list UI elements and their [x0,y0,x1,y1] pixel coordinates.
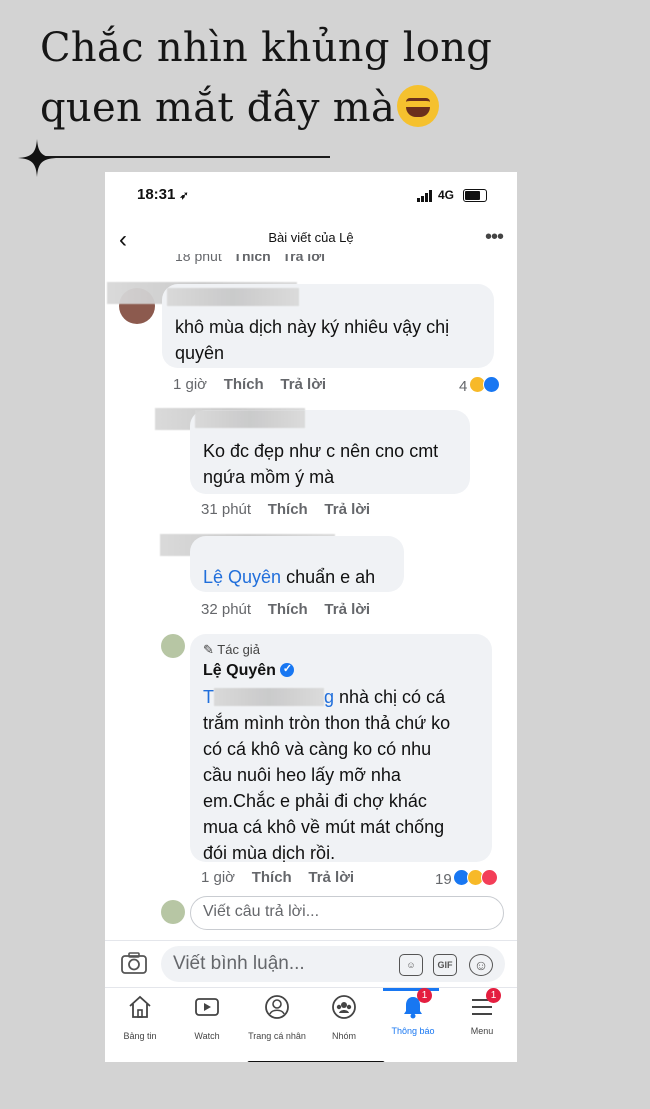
reply-input[interactable]: Viết câu trả lời... [190,896,504,930]
home-indicator [247,1061,385,1062]
signal-icon [417,190,433,202]
like-button[interactable]: Thích [224,376,264,393]
comment-text: Lệ Quyên chuẩn e ah [203,567,376,587]
comment-time: 32 phút [201,601,252,618]
sparkle-icon [18,139,56,177]
watch-icon [195,998,219,1016]
author-comment-text: Tg nhà chị có cá trắm mình tròn thon thả… [203,687,451,863]
rofl-emoji-icon [397,85,440,127]
tab-home[interactable]: Bảng tin [105,994,175,1041]
divider [105,940,517,941]
caption-line-1: Chắc nhìn khủng long [40,25,493,71]
reaction-summary[interactable]: 4 [459,376,500,395]
menu-badge: 1 [486,988,501,1003]
redacted-name [167,288,299,306]
more-options-icon[interactable]: ••• [485,226,504,249]
decorative-line [30,156,330,158]
camera-icon[interactable] [121,952,147,974]
mention-link[interactable]: Tg [203,687,334,707]
status-bar: 18:31 ➶ 4G [105,172,517,218]
my-avatar [161,900,185,924]
like-button[interactable]: Thích [268,601,308,618]
post-title: Bài viết của Lệ [268,230,354,245]
like-button[interactable]: Thích [252,869,292,886]
tab-profile[interactable]: Trang cá nhân [242,994,312,1041]
comment-text: khô mùa dịch này ký nhiêu vậy chị quyên [175,317,450,363]
groups-icon [332,995,356,1019]
post-header: ‹ Bài viết của Lệ ••• [105,218,517,258]
home-icon [129,995,151,1018]
love-reaction-icon [480,869,498,886]
emoji-icon[interactable]: ☺ [469,954,493,976]
comment-time: 1 giờ [173,376,208,393]
like-reaction-icon [482,376,500,393]
bottom-tab-bar: Bảng tin Watch Trang cá nhân Nhóm 1 Thôn… [105,987,517,1062]
comment-actions: 1 giờ Thích Trả lời [173,376,326,393]
redacted-mention [214,688,324,706]
phone-screenshot: 18:31 ➶ 4G ‹ Bài viết của Lệ ••• 18 phút… [105,172,517,1062]
comment-time: 31 phút [201,501,252,518]
author-name[interactable]: Lệ Quyên [203,662,294,680]
pencil-icon: ✎ [203,642,214,657]
reply-button[interactable]: Trả lời [324,601,370,618]
comment-actions: 1 giờ Thích Trả lời [201,869,354,886]
author-badge: ✎ Tác giả [203,642,260,657]
status-time: 18:31 ➶ [137,186,189,203]
comment-text: Ko đc đẹp như c nên cno cmt ngứa mồm ý m… [203,441,439,487]
tab-notifications[interactable]: 1 Thông báo [378,988,448,1036]
tab-watch[interactable]: Watch [172,994,242,1041]
mention-link[interactable]: Lệ Quyên [203,567,281,587]
comment-actions: 32 phút Thích Trả lời [201,601,370,618]
caption: Chắc nhìn khủng long quen mắt đây mà [40,18,492,138]
caption-line-2: quen mắt đây mà [40,85,396,131]
partial-comment-meta: 18 phút Thích Trả lời [175,254,326,264]
profile-icon [265,995,289,1019]
tab-groups[interactable]: Nhóm [309,994,379,1041]
comment-time: 1 giờ [201,869,236,886]
redacted-name [195,410,305,428]
reaction-summary[interactable]: 19 [435,869,498,888]
verified-badge-icon [279,662,294,677]
reply-button[interactable]: Trả lời [324,501,370,518]
gif-button[interactable]: GIF [433,954,457,976]
network-type: 4G [438,188,455,202]
author-avatar[interactable] [161,634,185,658]
sticker-icon[interactable]: ☺ [399,954,423,976]
reply-button[interactable]: Trả lời [308,869,354,886]
battery-icon [463,189,487,202]
tab-menu[interactable]: 1 Menu [447,988,517,1036]
like-button[interactable]: Thích [268,501,308,518]
comment-composer: Viết bình luận... ☺ GIF ☺ [105,942,517,986]
comment-actions: 31 phút Thích Trả lời [201,501,370,518]
notification-badge: 1 [417,988,432,1003]
reply-button[interactable]: Trả lời [280,376,326,393]
comment-input[interactable]: Viết bình luận... ☺ GIF ☺ [161,946,505,982]
